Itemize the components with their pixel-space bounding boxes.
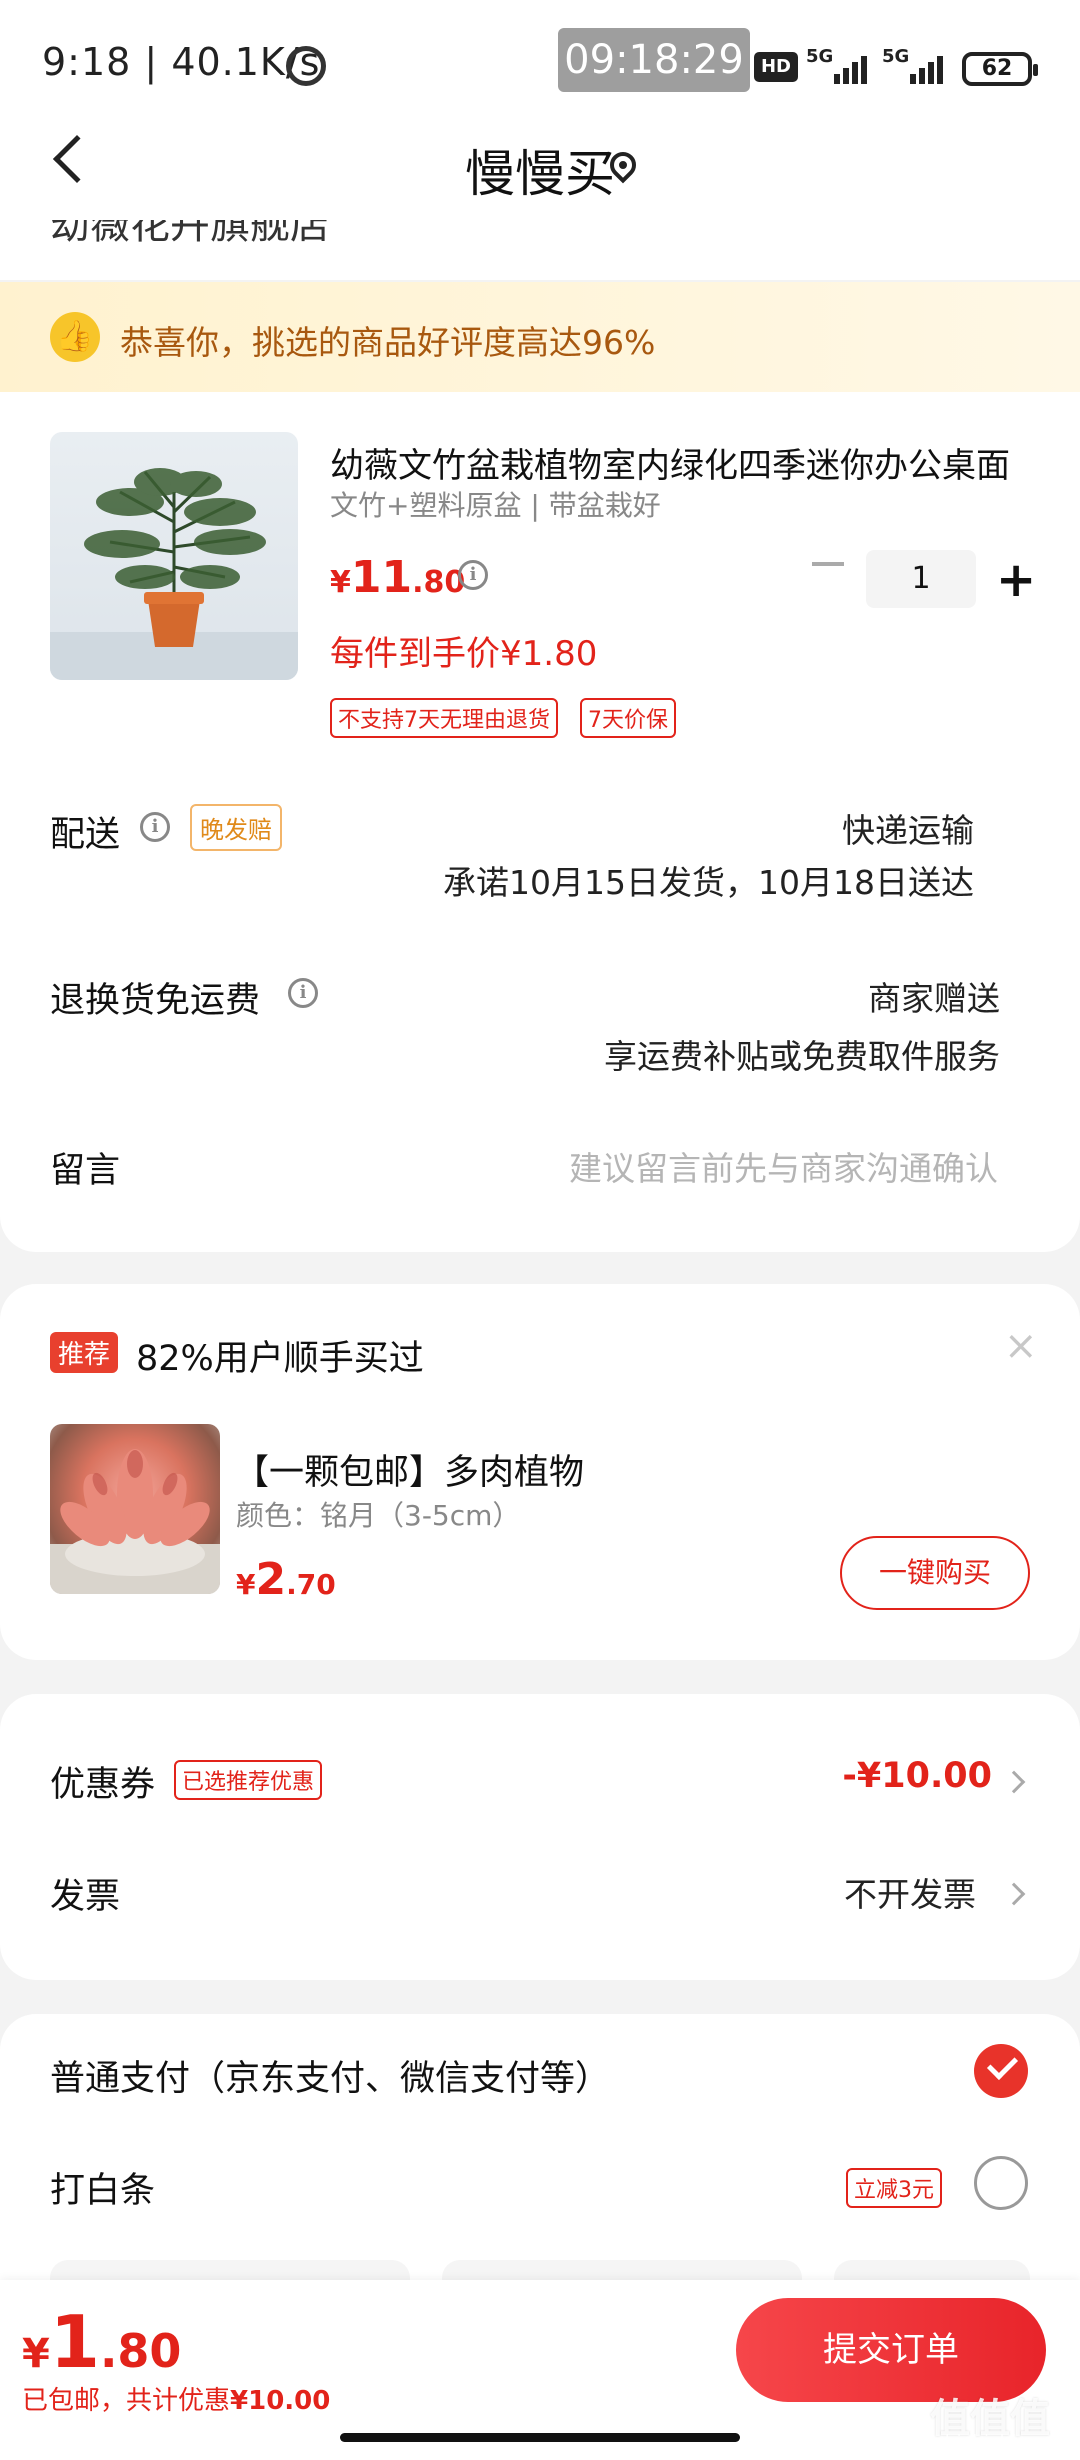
watermark-url: zhizhizhi.com (935, 2432, 1063, 2452)
no-return-tag: 不支持7天无理由退货 (330, 698, 558, 738)
hd-icon: HD (754, 52, 798, 82)
recommend-text: 82%用户顺手买过 (136, 1339, 424, 1379)
return-shipping-label: 退换货免运费 (50, 981, 261, 1021)
quantity-decrease-button[interactable] (812, 562, 844, 566)
payment-option-normal[interactable]: 普通支付（京东支付、微信支付等） (50, 2050, 610, 2101)
product-name[interactable]: 幼薇文竹盆栽植物室内绿化四季迷你办公桌面 (330, 438, 1030, 487)
return-shipping-detail: 享运费补贴或免费取件服务 (604, 1037, 1000, 1076)
price-info-icon[interactable]: i (458, 560, 488, 590)
close-icon[interactable]: × (1004, 1326, 1038, 1366)
signal-icon-1 (806, 54, 868, 84)
total-discount-text: 已包邮，共计优惠¥10.00 (22, 2386, 331, 2416)
coupon-value[interactable]: -¥10.00 (842, 1756, 992, 1796)
product-price: ¥11.80 (330, 552, 466, 603)
clock-pill: 09:18:29 (558, 28, 750, 92)
signal-icon-2 (882, 54, 950, 84)
recommend-item-name[interactable]: 【一颗包邮】多肉植物 (234, 1444, 584, 1495)
payment-option-baitiao[interactable]: 打白条 (50, 2162, 155, 2213)
return-shipping-value: 商家赠送 (868, 979, 1000, 1018)
checked-radio-icon[interactable] (974, 2044, 1028, 2098)
recommend-item-spec: 颜色：铭月（3-5cm） (236, 1499, 521, 1532)
alarm-icon (286, 46, 326, 86)
shop-name: 幼薇花卉旗舰店 (50, 220, 330, 248)
delivery-promise: 承诺10月15日发货，10月18日送达 (443, 863, 974, 902)
battery-icon: 62 (962, 52, 1038, 86)
product-image[interactable] (50, 432, 298, 680)
quantity-increase-button[interactable]: + (996, 556, 1036, 604)
delivery-info-icon[interactable]: i (140, 812, 170, 842)
page-title: 慢慢买 (465, 145, 615, 203)
price-protect-tag: 7天价保 (580, 698, 676, 738)
shop-row: 幼薇花卉旗舰店 (0, 220, 1080, 280)
message-input[interactable]: 建议留言前先与商家沟通确认 (569, 1142, 998, 1190)
invoice-label: 发票 (50, 1877, 121, 1917)
invoice-value[interactable]: 不开发票 (844, 1868, 976, 1916)
succulent-image[interactable] (50, 1424, 220, 1594)
coupon-invoice-card (0, 1694, 1080, 1980)
status-time-speed: 9:18 | 40.1K/s (42, 40, 321, 84)
recommend-item-price: ¥2.70 (236, 1554, 336, 1605)
delivery-method[interactable]: 快递运输 (842, 804, 974, 852)
total-price: ¥1.80 (22, 2300, 182, 2384)
thumbs-up-icon: 👍 (50, 312, 100, 362)
home-indicator[interactable] (340, 2433, 740, 2442)
late-compensation-badge: 晚发赔 (190, 804, 282, 851)
one-click-buy-button[interactable]: 一键购买 (840, 1536, 1030, 1610)
quantity-input[interactable]: 1 (866, 550, 976, 608)
hand-price: 每件到手价¥1.80 (330, 634, 598, 674)
discount-tag: 立减3元 (846, 2168, 942, 2208)
product-spec[interactable]: 文竹+塑料原盆 | 带盆栽好 (330, 484, 661, 524)
recommend-badge: 推荐 (50, 1332, 119, 1373)
return-info-icon[interactable]: i (288, 978, 318, 1008)
message-label: 留言 (50, 1151, 121, 1191)
delivery-label: 配送 (50, 815, 121, 855)
unchecked-radio-icon[interactable] (974, 2156, 1028, 2210)
banner-text: 恭喜你，挑选的商品好评度高达96% (120, 323, 656, 362)
coupon-tag: 已选推荐优惠 (174, 1760, 323, 1800)
succulent-illustration (50, 1449, 220, 1594)
coupon-label: 优惠券 (50, 1765, 156, 1805)
fern-plant-illustration (50, 468, 298, 680)
